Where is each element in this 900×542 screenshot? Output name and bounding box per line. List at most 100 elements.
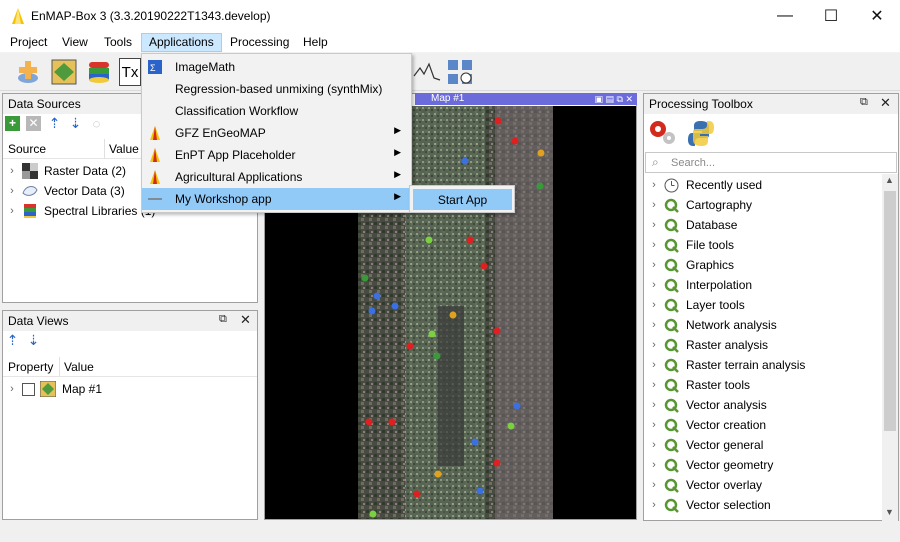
expand-icon[interactable]: ⇣: [68, 116, 83, 131]
chevron-right-icon[interactable]: ›: [648, 499, 660, 511]
proc-item-graphics[interactable]: › Graphics: [648, 255, 880, 275]
expand-icon[interactable]: ⇣: [26, 333, 41, 348]
qgis-icon: [664, 298, 679, 313]
menu-tools[interactable]: Tools: [97, 33, 139, 52]
proc-item-raster-terrain-analysis[interactable]: › Raster terrain analysis: [648, 355, 880, 375]
chevron-right-icon[interactable]: ›: [648, 279, 660, 291]
float-panel-icon[interactable]: ⧉: [860, 96, 868, 109]
qgis-icon: [664, 438, 679, 453]
collapse-icon[interactable]: ⇡: [5, 333, 20, 348]
column-value[interactable]: Value: [104, 139, 139, 159]
proc-item-label: Database: [686, 218, 738, 232]
menu-project[interactable]: Project: [3, 33, 54, 52]
chevron-right-icon[interactable]: ›: [648, 359, 660, 371]
visibility-checkbox[interactable]: [22, 382, 35, 396]
chevron-right-icon[interactable]: ›: [6, 185, 18, 197]
proc-item-raster-tools[interactable]: › Raster tools: [648, 375, 880, 395]
proc-item-recently-used[interactable]: › Recently used: [648, 175, 880, 195]
column-source[interactable]: Source: [8, 142, 46, 156]
menu-item-enpt-placeholder[interactable]: EnPT App Placeholder ▶: [142, 144, 411, 166]
proc-item-vector-analysis[interactable]: › Vector analysis: [648, 395, 880, 415]
chevron-right-icon[interactable]: ›: [648, 379, 660, 391]
chevron-right-icon[interactable]: ›: [6, 165, 18, 177]
remove-icon[interactable]: ✕: [26, 116, 41, 131]
proc-item-vector-general[interactable]: › Vector general: [648, 435, 880, 455]
proc-item-vector-creation[interactable]: › Vector creation: [648, 415, 880, 435]
scrollbar-thumb[interactable]: [884, 191, 896, 431]
qgis-icon: [664, 318, 679, 333]
qgis-icon: [664, 278, 679, 293]
chevron-right-icon[interactable]: ›: [648, 479, 660, 491]
column-property[interactable]: Property: [8, 360, 53, 374]
close-panel-icon[interactable]: ✕: [240, 312, 251, 328]
data-sources-toolbar: + ✕ ⇡ ⇣ ◌: [5, 116, 120, 134]
menu-item-gfz-engeomap[interactable]: GFZ EnGeoMAP ▶: [142, 122, 411, 144]
python-icon[interactable]: [686, 118, 716, 148]
chevron-right-icon[interactable]: ›: [648, 179, 660, 191]
minimize-button[interactable]: —: [762, 0, 808, 32]
proc-item-layer-tools[interactable]: › Layer tools: [648, 295, 880, 315]
map-dock-controls-icon[interactable]: ▣ ▤ ⧉ ✕: [595, 93, 633, 105]
spectral-profile-icon[interactable]: [412, 58, 442, 86]
proc-item-database[interactable]: › Database: [648, 215, 880, 235]
chevron-right-icon[interactable]: ›: [648, 399, 660, 411]
qgis-icon: [664, 218, 679, 233]
add-icon[interactable]: +: [5, 116, 20, 131]
menu-view[interactable]: View: [55, 33, 95, 52]
search-field[interactable]: ⌕ Search...: [645, 152, 897, 173]
tree-item-map[interactable]: › Map #1: [6, 379, 256, 399]
menu-item-my-workshop-app[interactable]: My Workshop app ▶: [142, 188, 411, 210]
menu-item-synthmix[interactable]: Regression-based unmixing (synthMix): [142, 78, 411, 100]
add-data-source-icon[interactable]: [14, 58, 42, 86]
proc-item-network-analysis[interactable]: › Network analysis: [648, 315, 880, 335]
new-map-icon[interactable]: [50, 58, 78, 86]
chevron-right-icon[interactable]: ›: [648, 419, 660, 431]
menu-item-agricultural-applications[interactable]: Agricultural Applications ▶: [142, 166, 411, 188]
processing-tree: › Recently used › Cartography › Database ›…: [648, 175, 880, 515]
float-panel-icon[interactable]: ⧉: [219, 313, 227, 326]
menu-item-imagemath[interactable]: Σ ImageMath: [142, 56, 411, 78]
close-panel-icon[interactable]: ✕: [880, 95, 891, 111]
gears-icon[interactable]: [648, 118, 678, 148]
text-tool-button[interactable]: Tx: [119, 58, 141, 86]
menu-item-classification-workflow[interactable]: Classification Workflow: [142, 100, 411, 122]
tree-item-label: Spectral Libraries (1): [44, 204, 156, 218]
proc-item-label: Graphics: [686, 258, 735, 272]
proc-item-file-tools[interactable]: › File tools: [648, 235, 880, 255]
chevron-right-icon[interactable]: ›: [6, 383, 18, 395]
pan-map-icon[interactable]: [446, 58, 474, 86]
new-speclib-icon[interactable]: [85, 58, 113, 86]
scroll-down-icon[interactable]: ▼: [885, 507, 894, 517]
proc-item-label: Vector analysis: [686, 398, 767, 412]
enmap-logo-icon: [150, 170, 160, 184]
close-button[interactable]: ✕: [854, 0, 900, 32]
collapse-icon[interactable]: ⇡: [47, 116, 62, 131]
scroll-up-icon[interactable]: ▲: [885, 175, 894, 185]
proc-item-cartography[interactable]: › Cartography: [648, 195, 880, 215]
maximize-button[interactable]: ☐: [808, 0, 854, 32]
chevron-right-icon[interactable]: ›: [648, 259, 660, 271]
chevron-right-icon[interactable]: ›: [648, 199, 660, 211]
chevron-right-icon[interactable]: ›: [648, 299, 660, 311]
proc-item-interpolation[interactable]: › Interpolation: [648, 275, 880, 295]
chevron-right-icon[interactable]: ›: [648, 219, 660, 231]
start-app-menu-item[interactable]: Start App: [413, 189, 512, 210]
proc-item-vector-overlay[interactable]: › Vector overlay: [648, 475, 880, 495]
search-icon[interactable]: ◌: [89, 116, 104, 131]
workshop-submenu: Start App: [409, 185, 515, 213]
menu-help[interactable]: Help: [296, 33, 335, 52]
proc-item-raster-analysis[interactable]: › Raster analysis: [648, 335, 880, 355]
column-value[interactable]: Value: [59, 357, 94, 377]
proc-item-vector-geometry[interactable]: › Vector geometry: [648, 455, 880, 475]
proc-item-label: Vector creation: [686, 418, 767, 432]
chevron-right-icon[interactable]: ›: [648, 339, 660, 351]
chevron-right-icon[interactable]: ›: [648, 319, 660, 331]
chevron-right-icon[interactable]: ›: [648, 459, 660, 471]
menu-processing[interactable]: Processing: [223, 33, 296, 52]
proc-item-vector-selection[interactable]: › Vector selection: [648, 495, 880, 515]
image-math-icon: Σ: [148, 60, 162, 74]
chevron-right-icon[interactable]: ›: [648, 439, 660, 451]
chevron-right-icon[interactable]: ›: [6, 205, 18, 217]
menu-applications[interactable]: Applications: [141, 33, 222, 52]
chevron-right-icon[interactable]: ›: [648, 239, 660, 251]
